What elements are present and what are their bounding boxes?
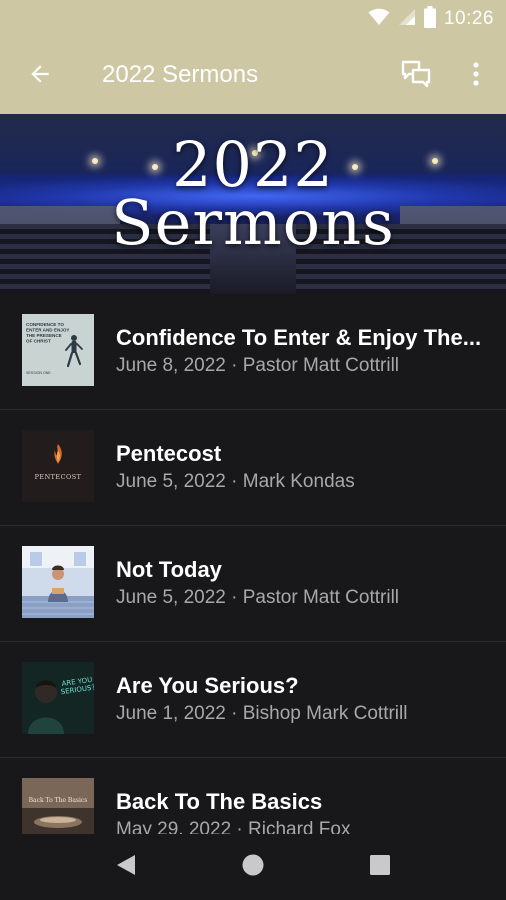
sermon-meta: June 1, 2022 · Bishop Mark Cottrill — [116, 703, 408, 724]
app-bar: 2022 Sermons — [0, 38, 506, 114]
recents-square-icon — [369, 854, 391, 881]
sermon-meta: June 8, 2022 · Pastor Matt Cottrill — [116, 355, 400, 376]
status-bar: 10:26 — [0, 0, 506, 38]
status-time: 10:26 — [443, 8, 494, 29]
thumb-caption: Back To The Basics — [29, 797, 88, 804]
sermon-list-item[interactable]: ARE YOU SERIOUS? Are You Serious? June 1… — [0, 642, 506, 758]
arrow-back-icon — [27, 61, 53, 92]
sermon-thumbnail: PENTECOST — [22, 430, 94, 502]
more-vert-icon — [472, 61, 480, 92]
sermon-list: CONFIDENCE TO ENTER AND ENJOY THE PRESEN… — [0, 294, 506, 874]
sermon-title: Not Today — [116, 557, 222, 582]
sermon-thumbnail-art: CONFIDENCE TO ENTER AND ENJOY THE PRESEN… — [22, 314, 94, 386]
hero-title: 2022 Sermons — [0, 134, 506, 259]
thumb-caption: PENTECOST — [35, 473, 82, 481]
sermon-thumbnail: ARE YOU SERIOUS? — [22, 662, 94, 734]
hero-title-word: Sermons — [111, 186, 395, 259]
sermon-title: Pentecost — [116, 441, 222, 466]
back-triangle-icon — [115, 853, 137, 882]
home-circle-icon — [241, 853, 265, 882]
thumb-tag: SESSION ONE — [26, 371, 51, 375]
sermon-list-item[interactable]: CONFIDENCE TO ENTER AND ENJOY THE PRESEN… — [0, 294, 506, 410]
nav-home-button[interactable] — [229, 846, 277, 888]
nav-back-button[interactable] — [102, 846, 150, 888]
sermon-meta: June 5, 2022 · Mark Kondas — [116, 471, 355, 492]
sermon-meta: June 5, 2022 · Pastor Matt Cottrill — [116, 587, 400, 608]
chat-icon — [401, 60, 431, 93]
sermon-title: Confidence To Enter & Enjoy The... — [116, 325, 482, 350]
page-title: 2022 Sermons — [102, 61, 259, 88]
sermon-list-item[interactable]: PENTECOST Pentecost June 5, 2022 · Mark … — [0, 410, 506, 526]
chat-button[interactable] — [392, 52, 440, 100]
back-button[interactable] — [16, 52, 64, 100]
sermon-thumbnail-art: PENTECOST — [22, 430, 94, 502]
sermon-thumbnail-art: ARE YOU SERIOUS? — [22, 662, 94, 734]
system-nav-bar — [0, 834, 506, 900]
status-icons: 10:26 — [368, 5, 494, 33]
sermons-screen: 10:26 2022 Sermons 2022 Sermons CONFIDEN… — [0, 0, 506, 900]
battery-icon — [423, 5, 436, 33]
signal-icon — [398, 8, 416, 31]
sermon-title: Are You Serious? — [116, 673, 299, 698]
wifi-icon — [368, 8, 390, 31]
sermon-list-item[interactable]: Not Today June 5, 2022 · Pastor Matt Cot… — [0, 526, 506, 642]
nav-recents-button[interactable] — [356, 846, 404, 888]
sermon-thumbnail — [22, 546, 94, 618]
sermon-thumbnail: CONFIDENCE TO ENTER AND ENJOY THE PRESEN… — [22, 314, 94, 386]
more-options-button[interactable] — [452, 52, 500, 100]
hero-banner: 2022 Sermons — [0, 114, 506, 294]
sermon-thumbnail-art — [22, 546, 94, 618]
sermon-title: Back To The Basics — [116, 789, 323, 814]
